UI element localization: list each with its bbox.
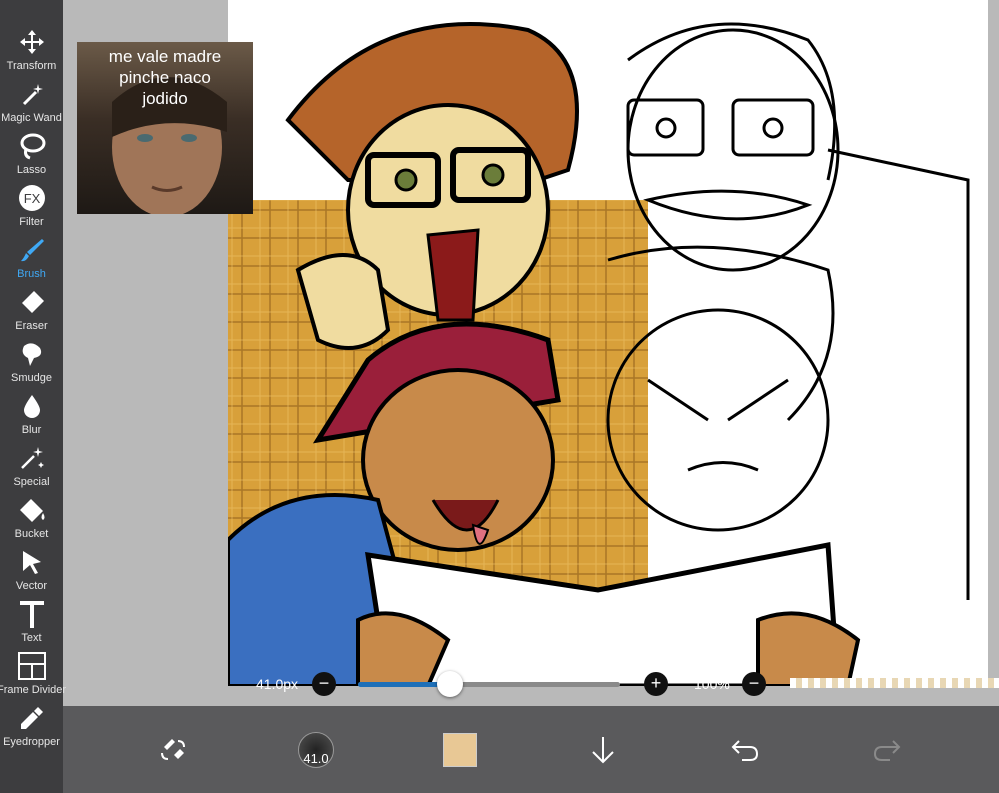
tool-bucket[interactable]: Bucket <box>0 494 63 546</box>
brush-size-thumb[interactable] <box>436 671 463 697</box>
tool-transform[interactable]: Transform <box>0 26 63 78</box>
brush-eraser-swap-icon <box>161 738 185 760</box>
fx-filter-icon: FX <box>16 182 48 214</box>
redo-button[interactable] <box>867 706 907 793</box>
tool-sidebar: Transform Magic Wand Lasso FX Filter Bru… <box>0 0 67 793</box>
tool-filter[interactable]: FX Filter <box>0 182 63 234</box>
reference-caption: me vale madre pinche naco jodido <box>108 47 222 108</box>
tool-eraser[interactable]: Eraser <box>0 286 63 338</box>
smudge-icon <box>16 338 48 370</box>
cursor-arrow-icon <box>16 546 48 578</box>
undo-icon <box>731 739 759 761</box>
sparkle-icon <box>16 442 48 474</box>
fx-label: FX <box>23 191 40 206</box>
color-button[interactable] <box>440 706 480 793</box>
brush-icon <box>16 234 48 266</box>
artwork-canvas[interactable] <box>228 0 988 686</box>
tool-label: Transform <box>6 60 57 72</box>
brush-slider-row: 41.0px − + 100% − <box>228 670 999 700</box>
bucket-icon <box>16 494 48 526</box>
magic-wand-icon <box>16 78 48 110</box>
tool-frame-divider[interactable]: Frame Divider <box>0 650 67 702</box>
eraser-icon <box>16 286 48 318</box>
tool-text[interactable]: Text <box>0 598 63 650</box>
tool-magic-wand[interactable]: Magic Wand <box>0 78 63 130</box>
undo-button[interactable] <box>725 706 765 793</box>
lasso-icon <box>16 130 48 162</box>
brush-size-slider[interactable] <box>358 671 620 697</box>
frame-divider-icon <box>16 650 48 682</box>
brush-size-button[interactable]: 41.0 <box>296 706 336 793</box>
tool-label: Blur <box>21 424 42 436</box>
tool-label: Special <box>13 476 50 488</box>
tool-special[interactable]: Special <box>0 442 63 494</box>
tool-label: Brush <box>17 268 46 280</box>
tool-smudge[interactable]: Smudge <box>0 338 63 390</box>
brush-size-increase-button[interactable]: + <box>644 672 668 696</box>
tool-label: Frame Divider <box>0 684 67 696</box>
tool-label: Lasso <box>16 164 47 176</box>
tool-lasso[interactable]: Lasso <box>0 130 63 182</box>
opacity-slider[interactable] <box>790 678 999 688</box>
brush-size-fill <box>358 682 450 687</box>
bottom-action-bar: 41.0 <box>63 706 999 793</box>
tool-blur[interactable]: Blur <box>0 390 63 442</box>
tool-label: Magic Wand <box>1 112 62 124</box>
tool-label: Filter <box>19 216 44 228</box>
eyedropper-icon <box>16 702 48 734</box>
opacity-label: 100% <box>694 676 730 692</box>
brush-size-label: 41.0px <box>256 676 299 692</box>
tool-brush[interactable]: Brush <box>0 234 63 286</box>
redo-icon <box>873 739 901 761</box>
move-arrows-icon <box>16 26 48 58</box>
brush-size-value: 41.0 <box>298 731 334 768</box>
tool-label: Eraser <box>15 320 48 332</box>
arrow-down-icon <box>592 736 614 763</box>
reference-image[interactable]: me vale madre pinche naco jodido <box>77 42 253 214</box>
brush-size-decrease-button[interactable]: − <box>312 672 336 696</box>
tool-label: Bucket <box>14 528 49 540</box>
blur-drop-icon <box>16 390 48 422</box>
tool-label: Smudge <box>11 372 52 384</box>
text-t-icon <box>16 598 48 630</box>
current-color-swatch <box>443 732 477 767</box>
opacity-decrease-button[interactable]: − <box>742 672 766 696</box>
tool-label: Text <box>21 632 42 644</box>
tool-vector[interactable]: Vector <box>0 546 63 598</box>
artwork-illustration <box>228 22 970 686</box>
tool-label: Vector <box>15 580 48 592</box>
tool-label: Eyedropper <box>3 736 60 748</box>
tool-eyedropper[interactable]: Eyedropper <box>0 702 63 754</box>
layers-down-button[interactable] <box>583 706 623 793</box>
quick-swap-button[interactable] <box>153 706 193 793</box>
